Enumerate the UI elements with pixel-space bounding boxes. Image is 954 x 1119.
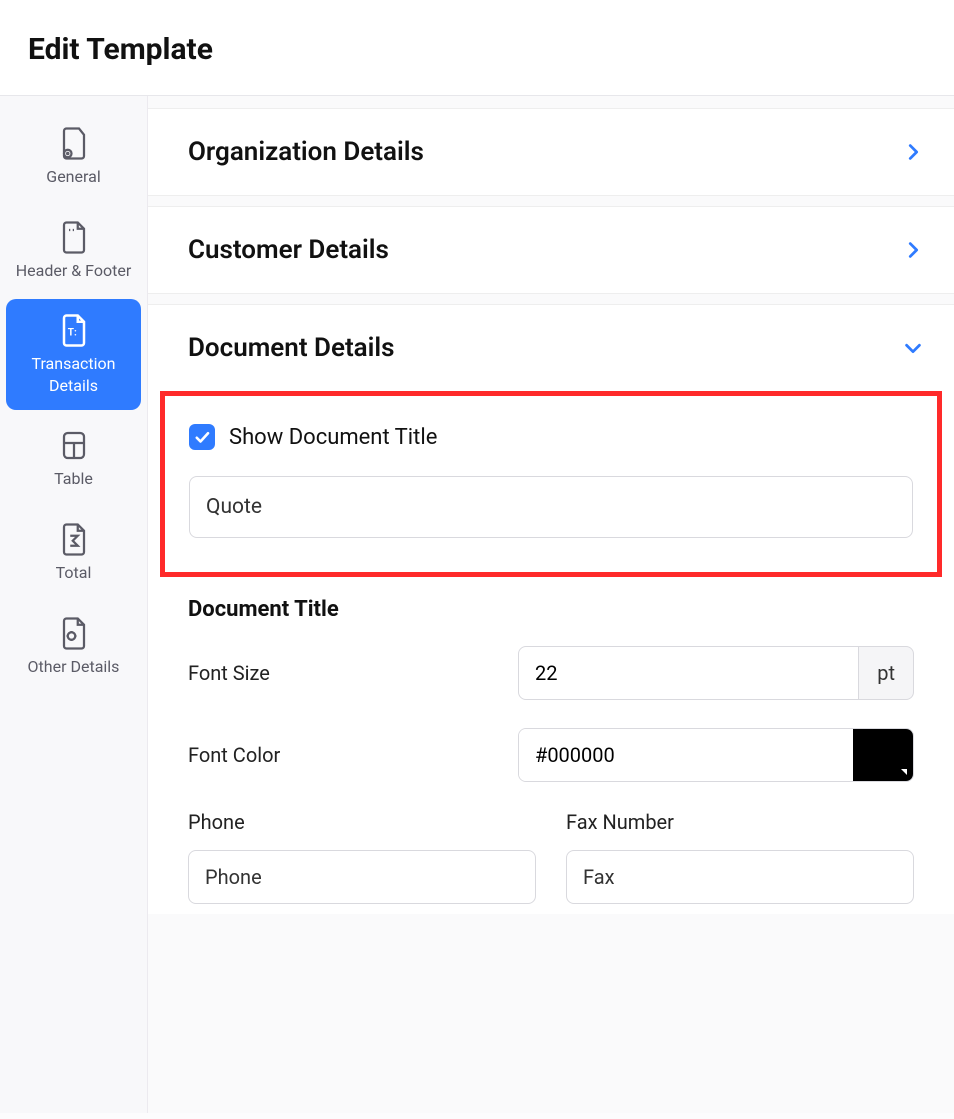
phone-fax-row: Phone Fax Number (188, 810, 914, 904)
font-color-label: Font Color (188, 743, 518, 767)
panel-title: Document Details (188, 333, 395, 363)
header-footer-icon (59, 220, 89, 254)
font-color-swatch[interactable] (853, 729, 913, 781)
panel-body-document: Show Document Title Document Title Font … (148, 391, 954, 914)
font-color-row: Font Color (188, 728, 914, 782)
show-document-title-checkbox[interactable] (189, 424, 215, 450)
transaction-details-icon: T: (59, 313, 89, 347)
sidebar-item-label: Header & Footer (16, 260, 132, 282)
chevron-right-icon (902, 141, 924, 163)
fax-input[interactable] (566, 850, 914, 904)
chevron-right-icon (902, 239, 924, 261)
svg-text:T:: T: (67, 328, 76, 339)
sidebar-item-table[interactable]: Table (6, 414, 141, 504)
font-size-input[interactable] (518, 646, 859, 700)
panel-title: Customer Details (188, 235, 389, 265)
font-size-row: Font Size pt (188, 646, 914, 700)
panel-title: Organization Details (188, 137, 424, 167)
sidebar-item-total[interactable]: Total (6, 508, 141, 598)
document-title-heading: Document Title (188, 597, 914, 622)
total-icon (59, 522, 89, 556)
table-icon (59, 428, 89, 462)
font-color-input[interactable] (519, 729, 853, 781)
phone-label: Phone (188, 810, 536, 834)
panel-organization-details: Organization Details (148, 108, 954, 196)
page-title: Edit Template (28, 32, 954, 67)
sidebar-item-transaction-details[interactable]: T: Transaction Details (6, 299, 141, 410)
phone-input[interactable] (188, 850, 536, 904)
highlight-show-document-title: Show Document Title (160, 391, 942, 577)
page-header: Edit Template (0, 0, 954, 96)
document-title-input[interactable] (189, 476, 913, 538)
fax-label: Fax Number (566, 810, 914, 834)
general-icon (59, 126, 89, 160)
sidebar-nav: General Header & Footer T: Transaction D… (0, 96, 148, 1113)
panel-customer-details: Customer Details (148, 206, 954, 294)
content-area: Organization Details Customer Details Do… (148, 96, 954, 1113)
panel-toggle-organization[interactable]: Organization Details (148, 109, 954, 195)
sidebar-item-general[interactable]: General (6, 112, 141, 202)
sidebar-item-other-details[interactable]: Other Details (6, 602, 141, 692)
other-details-icon (59, 616, 89, 650)
show-document-title-label: Show Document Title (229, 425, 437, 450)
panel-toggle-document[interactable]: Document Details (148, 305, 954, 391)
sidebar-item-label: Table (54, 468, 93, 490)
panel-toggle-customer[interactable]: Customer Details (148, 207, 954, 293)
panel-document-details: Document Details Show Document Title Doc… (148, 304, 954, 914)
sidebar-item-header-footer[interactable]: Header & Footer (6, 206, 141, 296)
sidebar-item-label: General (46, 166, 100, 188)
chevron-down-icon (902, 337, 924, 359)
font-size-control: pt (518, 646, 914, 700)
font-color-control (518, 728, 914, 782)
font-size-label: Font Size (188, 661, 518, 685)
sidebar-item-label: Total (56, 562, 92, 584)
show-document-title-row: Show Document Title (189, 424, 913, 450)
font-size-unit: pt (859, 646, 914, 700)
sidebar-item-label: Other Details (28, 656, 120, 678)
sidebar-item-label: Transaction Details (14, 353, 133, 396)
